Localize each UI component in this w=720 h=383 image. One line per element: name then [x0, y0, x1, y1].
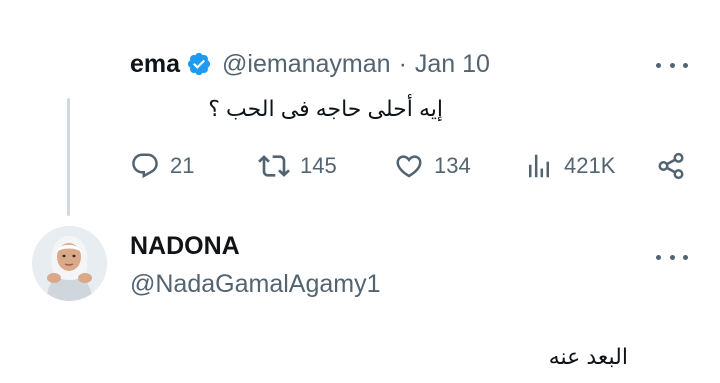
like-count: 134	[434, 153, 471, 178]
retweet-count: 145	[300, 153, 337, 178]
share-icon	[658, 152, 684, 180]
views-button[interactable]: 421K	[524, 146, 615, 186]
reply-text: البعد عنه	[548, 344, 628, 369]
views-icon	[529, 154, 549, 178]
reply-button[interactable]: 21	[130, 146, 194, 186]
like-button[interactable]: 134	[394, 146, 471, 186]
reply-author-name[interactable]: NADONA	[130, 232, 240, 261]
tweet-text: إيه أحلى حاجه فى الحب ؟	[208, 96, 443, 121]
verified-badge-icon	[186, 51, 212, 77]
retweet-button[interactable]: 145	[258, 146, 337, 186]
tweet-header: ema @iemanayman · Jan 10	[130, 46, 490, 82]
reply-icon	[132, 153, 158, 179]
header-separator: ·	[398, 49, 407, 78]
author-handle[interactable]: @iemanayman	[222, 50, 391, 79]
more-icon[interactable]	[656, 55, 688, 75]
more-icon[interactable]	[656, 247, 688, 267]
thread-connector-line	[67, 98, 70, 216]
share-button[interactable]	[656, 146, 686, 186]
reply-author-handle[interactable]: @NadaGamalAgamy1	[130, 270, 381, 299]
retweet-icon	[258, 155, 290, 177]
view-count: 421K	[564, 153, 616, 178]
tweet-date[interactable]: Jan 10	[415, 50, 490, 79]
like-icon	[396, 155, 422, 178]
author-name[interactable]: ema	[130, 50, 180, 79]
avatar[interactable]	[32, 226, 107, 301]
tweet-actions: 21 145 134 421K	[130, 146, 690, 186]
reply-count: 21	[170, 153, 195, 178]
